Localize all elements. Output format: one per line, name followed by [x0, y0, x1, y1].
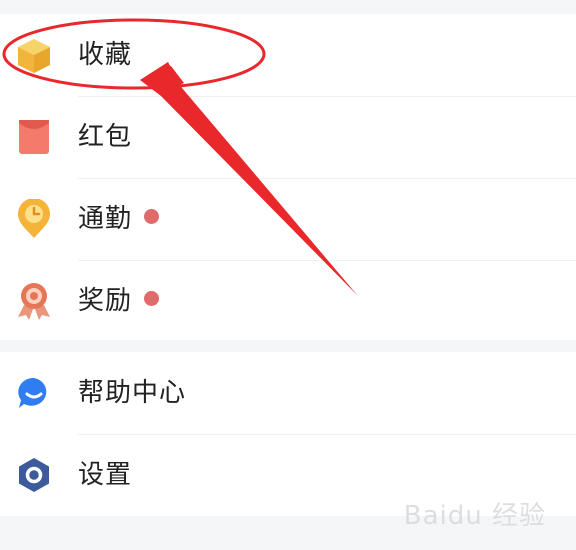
menu-item-reward[interactable]: 奖励 [0, 260, 576, 342]
menu-group-secondary: 帮助中心 设置 [0, 352, 576, 516]
settings-hex-icon [16, 455, 52, 495]
menu-item-favorites-label: 收藏 [78, 40, 133, 70]
menu-item-help-center[interactable]: 帮助中心 [0, 352, 576, 434]
red-envelope-icon [16, 117, 52, 157]
menu-item-red-envelope[interactable]: 红包 [0, 96, 576, 178]
favorites-box-icon [16, 35, 52, 75]
help-chat-icon [16, 373, 52, 413]
menu-item-commute[interactable]: 通勤 [0, 178, 576, 260]
menu-item-red-envelope-label: 红包 [78, 122, 133, 152]
menu-item-settings-label: 设置 [78, 460, 133, 490]
menu-group-primary: 收藏 红包 通勤 奖励 [0, 14, 576, 340]
commute-clock-icon [16, 198, 52, 239]
menu-item-reward-label: 奖励 [78, 282, 160, 320]
reward-medal-icon [16, 281, 52, 321]
menu-item-favorites[interactable]: 收藏 [0, 14, 576, 96]
menu-item-commute-label: 通勤 [78, 200, 160, 238]
notification-dot [144, 209, 160, 224]
menu-item-help-center-label: 帮助中心 [78, 378, 187, 408]
notification-dot [144, 291, 160, 306]
watermark: Baidu 经验 [403, 501, 546, 531]
